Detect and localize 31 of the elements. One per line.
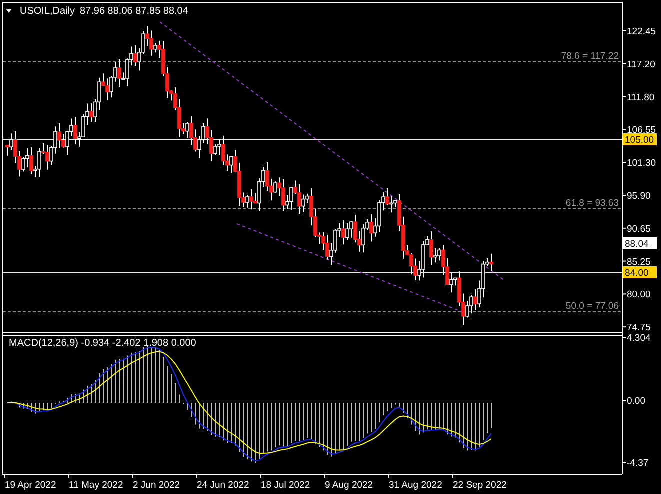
fibonacci-level-label: 50.0 = 77.06 bbox=[566, 301, 619, 312]
date-axis-label: 2 Jun 2022 bbox=[133, 480, 180, 491]
date-axis-label: 22 Sep 2022 bbox=[453, 480, 507, 491]
date-axis-label: 9 Aug 2022 bbox=[325, 480, 374, 491]
macd-axis-label: 0.00 bbox=[627, 396, 646, 407]
macd-axis-label: -4.37 bbox=[627, 458, 649, 469]
price-axis-label: 85.25 bbox=[627, 256, 651, 268]
price-axis-label: 74.75 bbox=[627, 322, 651, 334]
price-axis-label: 122.45 bbox=[627, 26, 656, 38]
price-axis-label: 101.30 bbox=[627, 158, 656, 170]
triangle-down-icon[interactable] bbox=[6, 9, 12, 13]
price-axis-label: 111.80 bbox=[627, 92, 655, 104]
fibonacci-level-label: 61.8 = 93.63 bbox=[566, 198, 619, 209]
price-marker-label: 88.04 bbox=[623, 238, 657, 250]
fibonacci-level-label: 78.6 = 117.22 bbox=[561, 51, 619, 62]
macd-label: MACD(12,26,9) -0.934 -2.402 1.908 0.000 bbox=[9, 338, 196, 349]
date-axis-label: 31 Aug 2022 bbox=[389, 480, 442, 491]
date-axis-label: 18 Jul 2022 bbox=[261, 480, 310, 491]
symbol-label: USOIL,Daily bbox=[20, 6, 76, 17]
price-marker-label: 84.00 bbox=[623, 266, 657, 279]
price-axis-label: 90.65 bbox=[627, 224, 651, 235]
price-axis-label: 95.90 bbox=[627, 191, 651, 202]
price-axis-label: 117.20 bbox=[627, 59, 656, 70]
date-axis-label: 11 May 2022 bbox=[69, 480, 124, 491]
date-axis-label: 19 Apr 2022 bbox=[5, 480, 56, 491]
macd-axis-label: 4.304 bbox=[627, 333, 651, 344]
price-marker-label: 105.00 bbox=[623, 134, 657, 146]
date-axis-label: 24 Jun 2022 bbox=[197, 480, 250, 491]
ohlc-values: 87.96 88.06 87.85 88.04 bbox=[80, 6, 188, 17]
price-axis-label: 106.55 bbox=[627, 125, 656, 136]
price-axis-label: 80.00 bbox=[627, 290, 651, 301]
